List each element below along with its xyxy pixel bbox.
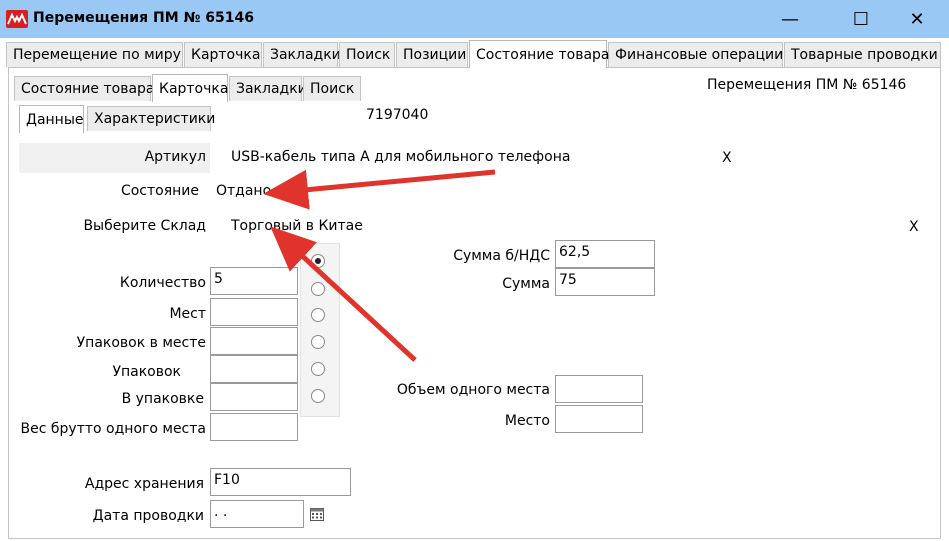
inner-tab-kartochka[interactable]: Карточка bbox=[152, 74, 228, 102]
tab-sostoyanie-tovara[interactable]: Состояние товара bbox=[469, 40, 610, 68]
sub-tab-dannye[interactable]: Данные bbox=[19, 105, 84, 133]
arrow-to-state bbox=[263, 169, 496, 210]
annotation-arrows bbox=[263, 169, 496, 362]
arrow-to-warehouse bbox=[270, 226, 417, 362]
